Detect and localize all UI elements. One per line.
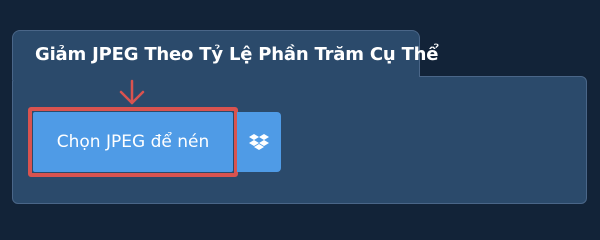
choose-jpeg-button[interactable]: Chọn JPEG để nén [33, 112, 233, 172]
tab-joint [13, 72, 419, 80]
dropbox-icon [249, 134, 269, 150]
panel-title: Giảm JPEG Theo Tỷ Lệ Phần Trăm Cụ Thể [35, 44, 439, 65]
dropbox-button[interactable] [237, 112, 281, 172]
arrow-down-icon [119, 79, 145, 105]
